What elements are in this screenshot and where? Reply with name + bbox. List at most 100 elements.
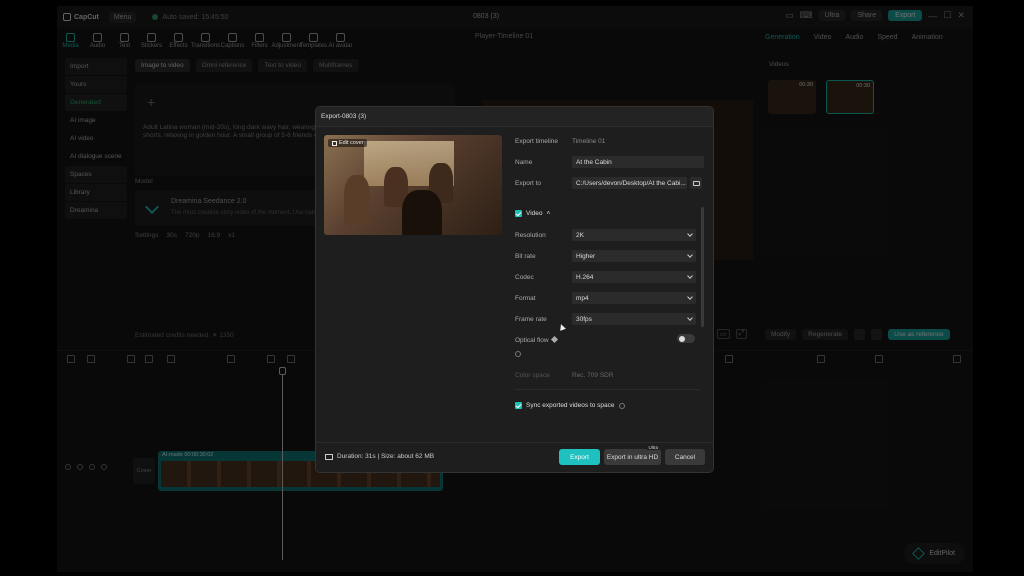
- bitrate-select[interactable]: Higher: [572, 250, 696, 262]
- share-button[interactable]: Share: [851, 10, 883, 21]
- tool-templates[interactable]: Templates: [300, 28, 327, 54]
- sync-checkbox[interactable]: [515, 402, 522, 409]
- tab-audio[interactable]: Audio: [845, 34, 863, 41]
- cover-preview[interactable]: Edit cover: [324, 135, 502, 235]
- cancel-button[interactable]: Cancel: [665, 449, 705, 465]
- edit-cover-button[interactable]: Edit cover: [328, 139, 368, 147]
- playhead-handle[interactable]: [279, 367, 286, 375]
- zoom-out-icon[interactable]: [875, 355, 883, 363]
- regenerate-button[interactable]: Regenerate: [802, 329, 849, 340]
- layout-icon[interactable]: ▭: [785, 10, 794, 21]
- ratio-icon[interactable]: ▭: [717, 329, 730, 339]
- videos-label[interactable]: Videos: [769, 61, 789, 68]
- tab-video[interactable]: Video: [814, 34, 832, 41]
- add-image-icon[interactable]: +: [147, 94, 155, 110]
- split-icon[interactable]: [167, 355, 175, 363]
- close-icon[interactable]: ✕: [957, 10, 965, 21]
- export-top-button[interactable]: Export: [888, 10, 923, 21]
- tool-captions[interactable]: Captions: [219, 28, 246, 54]
- framerate-select[interactable]: 30fps: [572, 313, 696, 325]
- sidebar-item-ai-image[interactable]: AI image: [65, 112, 127, 129]
- sidebar-item-ai-video[interactable]: AI video: [65, 130, 127, 147]
- menu-button[interactable]: Menu: [108, 11, 137, 23]
- resolution-select[interactable]: 2K: [572, 229, 696, 241]
- tab-multiframes[interactable]: Multiframes: [312, 59, 359, 72]
- name-input[interactable]: At the Cabin: [572, 156, 704, 168]
- player-title: Player-Timeline 01: [475, 33, 534, 40]
- folder-icon: [692, 180, 700, 186]
- playhead[interactable]: [282, 370, 283, 560]
- sidebar-item-import[interactable]: Import: [65, 58, 127, 75]
- export-button[interactable]: Export: [559, 449, 600, 465]
- tool-stickers[interactable]: Stickers: [138, 28, 165, 54]
- video-thumbnail[interactable]: 00:30: [768, 80, 816, 114]
- sidebar-item-library[interactable]: Library: [65, 184, 127, 201]
- add-icon[interactable]: [67, 355, 75, 363]
- mute-icon[interactable]: [89, 464, 95, 470]
- use-as-reference-button[interactable]: Use as reference: [888, 329, 950, 340]
- model-label: Model: [135, 178, 153, 185]
- info-icon[interactable]: [515, 351, 521, 357]
- chevron-up-icon[interactable]: ˄: [547, 210, 551, 217]
- browse-folder-button[interactable]: [690, 177, 702, 189]
- shortcut-icon[interactable]: ⌨: [800, 10, 813, 21]
- effects-icon: [174, 33, 183, 42]
- clip-label: AI-made 00:00:30:02: [162, 452, 214, 458]
- tool-adjustment[interactable]: Adjustment: [272, 28, 302, 54]
- crop-icon[interactable]: [267, 355, 275, 363]
- info-icon[interactable]: [618, 402, 625, 409]
- tab-text-to-video[interactable]: Text to video: [258, 59, 307, 72]
- ultra-button[interactable]: Ultra: [818, 10, 846, 21]
- select-icon[interactable]: [87, 355, 95, 363]
- sync-to-space-row[interactable]: Sync exported videos to space: [515, 402, 625, 409]
- mic-icon[interactable]: [725, 355, 733, 363]
- export-ultra-hd-button[interactable]: Export in ultra HD Ultra: [604, 445, 661, 465]
- sidebar-item-ai-dialogue[interactable]: AI dialogue scene: [65, 148, 127, 165]
- tab-omni-reference[interactable]: Omni reference: [195, 59, 253, 72]
- maximize-icon[interactable]: ☐: [943, 10, 951, 21]
- lock-icon[interactable]: [65, 464, 71, 470]
- sidebar-item-spaces[interactable]: Spaces: [65, 166, 127, 183]
- video-thumbnail-selected[interactable]: 00:30: [826, 80, 874, 114]
- modify-button[interactable]: Modify: [765, 329, 797, 340]
- preview-icon[interactable]: [817, 355, 825, 363]
- tool-transitions[interactable]: Transitions: [191, 28, 220, 54]
- undo-icon[interactable]: [127, 355, 135, 363]
- codec-select[interactable]: H.264: [572, 271, 696, 283]
- tool-audio[interactable]: Audio: [84, 28, 111, 54]
- tab-image-to-video[interactable]: Image to video: [135, 59, 190, 72]
- download-icon[interactable]: [871, 329, 883, 340]
- delete-icon[interactable]: [227, 355, 235, 363]
- sidebar-item-dreamina[interactable]: Dreamina: [65, 202, 127, 219]
- sidebar-item-yours[interactable]: Yours: [65, 76, 127, 93]
- tab-speed[interactable]: Speed: [877, 34, 897, 41]
- export-path-input[interactable]: C:/Users/devon/Desktop/At the Cabi...: [572, 177, 687, 189]
- tool-text[interactable]: Text: [111, 28, 138, 54]
- setting-resolution[interactable]: 720p: [185, 232, 199, 239]
- minimize-icon[interactable]: —: [928, 11, 937, 21]
- redo-icon[interactable]: [145, 355, 153, 363]
- tool-effects[interactable]: Effects: [165, 28, 192, 54]
- tool-filters[interactable]: Filters: [246, 28, 273, 54]
- tool-media[interactable]: Media: [57, 28, 84, 54]
- video-checkbox[interactable]: [515, 210, 522, 217]
- sidebar-item-generated[interactable]: Generated: [65, 94, 127, 111]
- fullscreen-icon[interactable]: ⤢: [735, 329, 748, 339]
- setting-count[interactable]: x1: [228, 232, 235, 239]
- setting-duration[interactable]: 30s: [167, 232, 177, 239]
- tool-ai-avatar[interactable]: AI avatar: [327, 28, 354, 54]
- more-icon[interactable]: [101, 464, 107, 470]
- optical-flow-toggle[interactable]: [677, 334, 695, 343]
- cover-button[interactable]: Cover: [133, 458, 155, 484]
- setting-ratio[interactable]: 16:9: [207, 232, 220, 239]
- tab-generation[interactable]: Generation: [765, 34, 800, 41]
- visibility-icon[interactable]: [77, 464, 83, 470]
- tab-animation[interactable]: Animation: [912, 34, 943, 41]
- zoom-in-icon[interactable]: [953, 355, 961, 363]
- settings-scrollbar[interactable]: [701, 207, 704, 327]
- format-select[interactable]: mp4: [572, 292, 696, 304]
- save-icon[interactable]: [854, 329, 866, 340]
- editpilot-button[interactable]: EditPilot: [904, 543, 965, 564]
- pen-icon[interactable]: [287, 355, 295, 363]
- video-section-toggle[interactable]: Video ˄: [515, 210, 550, 217]
